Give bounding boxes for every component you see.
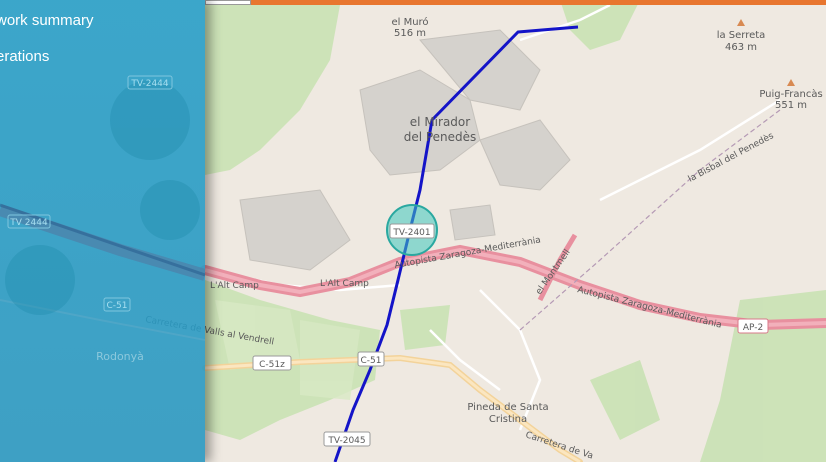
svg-text:C-51z: C-51z [259,360,285,370]
svg-text:TV-2045: TV-2045 [327,436,365,446]
top-tab[interactable] [205,0,251,5]
sidebar-place-label-rodonya: Rodonyà [96,350,144,363]
road-shield-c51z: C-51z [252,355,292,371]
sidebar-road-label-c51: C-51 [107,301,128,311]
road-shield-tv2045: TV-2045 [323,431,371,447]
menu-item-work-summary[interactable]: work summary [0,12,94,29]
road-shield-tv2401: TV-2401 [389,223,435,239]
road-shield-ap2: AP-2 [737,318,769,334]
peak-label-puig: Puig-Francàs [759,88,822,100]
peak-elev-serreta: 463 m [725,42,757,53]
peak-elev-muro: 516 m [394,28,426,39]
svg-text:C-51: C-51 [361,356,382,366]
road-shield-c51: C-51 [357,351,385,367]
menu-item-operations[interactable]: erations [0,48,49,65]
sidebar-road-label-tv2444: TV-2444 [130,79,169,89]
place-label-mirador-1: el Mirador [410,115,470,129]
svg-text:AP-2: AP-2 [743,323,763,333]
road-label-altcamp-a: L'Alt Camp [210,281,259,291]
sidebar-road-label-tv2444-b: TV 2444 [9,218,48,228]
sidebar-panel: TV-2444 TV 2444 C-51 Rodonyà work summar… [0,0,205,462]
sidebar-map-underlay: TV-2444 TV 2444 C-51 Rodonyà [0,75,205,363]
peak-label-serreta: la Serreta [717,30,766,41]
place-label-pineda-2: Cristina [489,414,527,425]
top-accent-bar [205,0,826,5]
place-label-pineda-1: Pineda de Santa [467,402,548,413]
place-label-mirador-2: del Penedès [404,130,477,144]
peak-label-muro: el Muró [391,16,428,28]
peak-elev-puig: 551 m [775,100,807,111]
road-label-altcamp-b: L'Alt Camp [320,279,369,289]
svg-text:TV-2401: TV-2401 [392,228,430,238]
